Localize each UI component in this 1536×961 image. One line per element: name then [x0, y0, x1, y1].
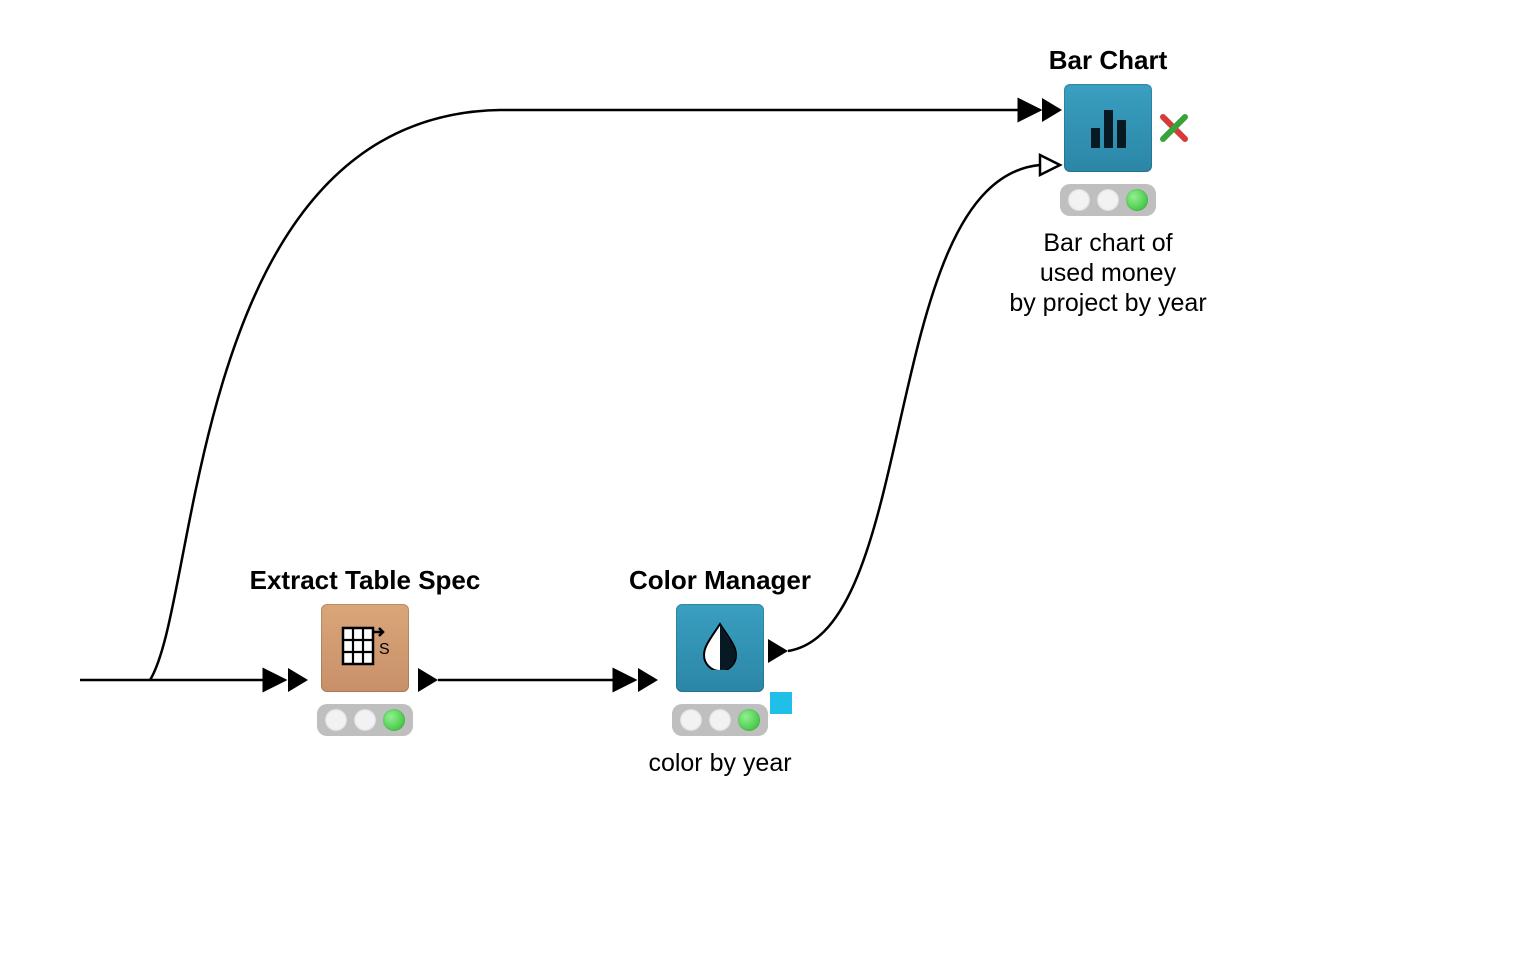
status-traffic-light [1060, 184, 1156, 216]
table-spec-icon: S [341, 622, 389, 675]
node-extract-table-spec[interactable]: Extract Table Spec S [190, 565, 540, 748]
status-traffic-light [672, 704, 768, 736]
drop-icon [701, 622, 739, 675]
node-title: Extract Table Spec [190, 565, 540, 596]
node-description: color by year [580, 748, 860, 778]
workflow-canvas[interactable]: Bar Chart Bar chart of used money by pro… [0, 0, 1536, 961]
error-icon [1160, 114, 1188, 142]
node-title: Bar Chart [968, 45, 1248, 76]
node-bar-chart[interactable]: Bar Chart Bar chart of used money by pro… [968, 45, 1248, 318]
node-description: Bar chart of used money by project by ye… [968, 228, 1248, 318]
node-body[interactable] [1064, 84, 1152, 172]
bar-chart-icon [1091, 108, 1126, 148]
node-body[interactable]: S [321, 604, 409, 692]
node-color-manager[interactable]: Color Manager color by year [580, 565, 860, 778]
node-title: Color Manager [580, 565, 860, 596]
svg-text:S: S [379, 641, 389, 658]
node-body[interactable] [676, 604, 764, 692]
status-traffic-light [317, 704, 413, 736]
connections-layer [0, 0, 1536, 961]
